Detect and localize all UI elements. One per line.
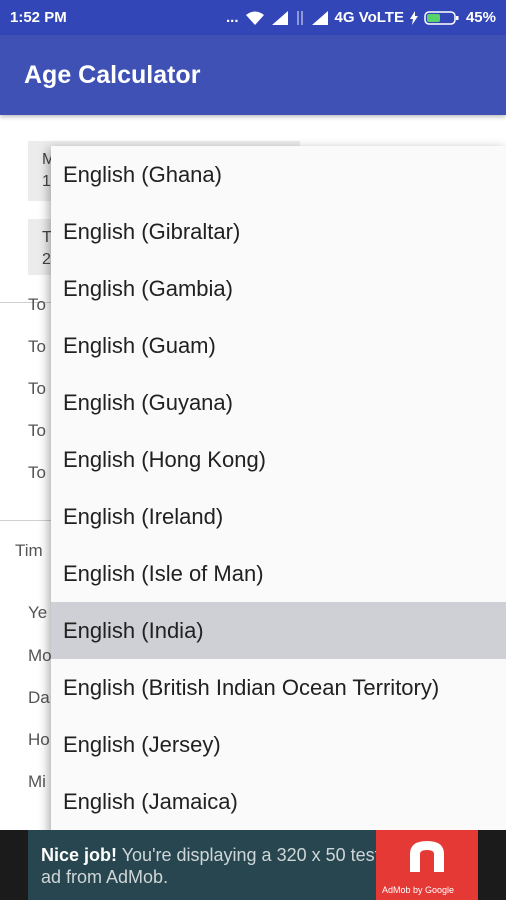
app-title: Age Calculator — [24, 61, 201, 89]
wifi-icon — [245, 11, 264, 25]
total-row-label: To — [28, 379, 46, 398]
total-row-label: To — [28, 295, 46, 314]
total-row-label: To — [28, 421, 46, 440]
time-row-label: Mi — [28, 772, 46, 791]
dropdown-option[interactable]: English (Ghana) — [51, 146, 506, 203]
battery-percent: 45% — [465, 9, 496, 26]
ad-text: Nice job! You're displaying a 320 x 50 t… — [41, 844, 381, 888]
total-row-label: To — [28, 463, 46, 482]
time-section-label: Tim — [15, 541, 43, 560]
admob-caption: AdMob by Google — [382, 885, 455, 895]
signal-icon-2 — [311, 10, 328, 25]
data-transfer-icon — [296, 10, 303, 25]
time-row-label: Ye — [28, 603, 48, 622]
dropdown-option[interactable]: English (Guyana) — [51, 374, 506, 431]
admob-icon — [410, 841, 444, 872]
battery-icon — [424, 10, 459, 25]
status-bar: 1:52 PM ... 4G VoLTE 45% — [0, 0, 506, 35]
dropdown-option[interactable]: English (Gambia) — [51, 260, 506, 317]
dropdown-option[interactable]: English (Gibraltar) — [51, 203, 506, 260]
network-type: 4G VoLTE — [334, 9, 404, 26]
app-bar: Age Calculator — [0, 35, 506, 115]
birth-date-value: 1 — [42, 173, 51, 190]
status-icons: ... 4G VoLTE 45% — [226, 9, 496, 26]
dropdown-option[interactable]: English (Hong Kong) — [51, 431, 506, 488]
target-date-value: 2 — [42, 251, 51, 268]
dropdown-option[interactable]: English (Ireland) — [51, 488, 506, 545]
ad-content[interactable]: Nice job! You're displaying a 320 x 50 t… — [28, 830, 478, 900]
admob-logo: AdMob by Google — [376, 830, 478, 900]
charging-bolt-icon — [409, 10, 418, 25]
ad-banner[interactable]: Nice job! You're displaying a 320 x 50 t… — [0, 830, 506, 900]
more-notifications-icon: ... — [226, 9, 239, 26]
ad-headline: Nice job! — [41, 845, 118, 865]
time-row-label: Ho — [28, 730, 50, 749]
time-row-label: Da — [28, 688, 50, 707]
dropdown-option[interactable]: English (Isle of Man) — [51, 545, 506, 602]
dropdown-option[interactable]: English (Jersey) — [51, 716, 506, 773]
signal-icon — [271, 10, 288, 25]
time-row-label: Mo — [28, 646, 52, 665]
status-time: 1:52 PM — [10, 9, 67, 26]
total-row-label: To — [28, 337, 46, 356]
dropdown-option[interactable]: English (Jamaica) — [51, 773, 506, 830]
dropdown-option[interactable]: English (British Indian Ocean Territory) — [51, 659, 506, 716]
language-dropdown-list[interactable]: English (Ghana) English (Gibraltar) Engl… — [51, 146, 506, 844]
dropdown-option-selected[interactable]: English (India) — [51, 602, 506, 659]
dropdown-option[interactable]: English (Guam) — [51, 317, 506, 374]
